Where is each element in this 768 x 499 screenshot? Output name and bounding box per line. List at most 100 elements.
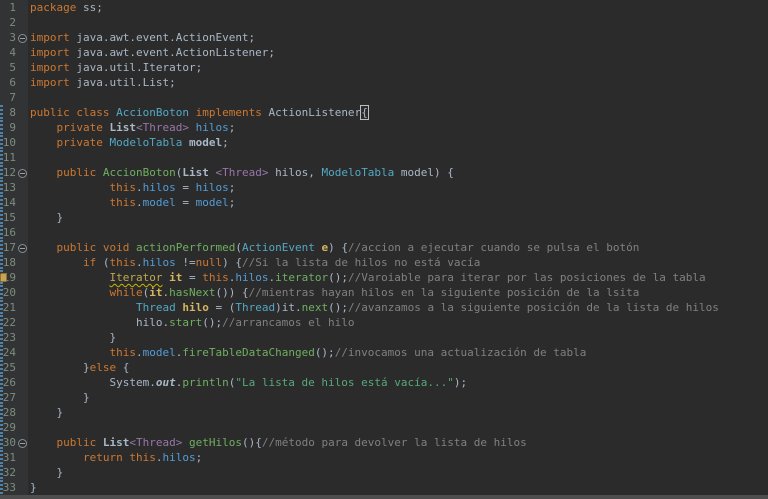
generic-type-token: <Thread> xyxy=(136,121,189,134)
gutter-cell[interactable]: 32 xyxy=(0,465,28,480)
code-text[interactable]: import java.util.Iterator; xyxy=(28,60,768,75)
gutter-cell[interactable]: 8 xyxy=(0,105,28,120)
gutter-cell[interactable]: 24 xyxy=(0,345,28,360)
keyword-token: null xyxy=(196,256,223,269)
code-text[interactable]: public void actionPerformed(ActionEvent … xyxy=(28,240,768,255)
keyword-token: else xyxy=(90,361,117,374)
code-text[interactable]: return this.hilos; xyxy=(28,450,768,465)
gutter-cell[interactable]: 27 xyxy=(0,390,28,405)
code-text[interactable]: } xyxy=(28,330,768,345)
keyword-token: package xyxy=(30,1,76,14)
text-token: ()) { xyxy=(215,286,248,299)
code-text[interactable]: this.hilos = hilos; xyxy=(28,180,768,195)
fold-collapse-icon[interactable] xyxy=(18,169,27,178)
gutter-cell[interactable]: 12 xyxy=(0,165,28,180)
fold-collapse-icon[interactable] xyxy=(18,244,27,253)
line-number[interactable]: 6 xyxy=(0,75,16,90)
field-token: hilos xyxy=(235,271,268,284)
line-number[interactable]: 7 xyxy=(0,90,16,105)
method-token: start xyxy=(169,316,202,329)
gutter-cell[interactable]: 21 xyxy=(0,300,28,315)
code-text[interactable]: import java.util.List; xyxy=(28,75,768,90)
code-text[interactable]: } xyxy=(28,465,768,480)
gutter-cell[interactable]: 6 xyxy=(0,75,28,90)
gutter-cell[interactable]: 11 xyxy=(0,150,28,165)
code-line: 27 } xyxy=(0,390,768,405)
gutter-cell[interactable]: 10 xyxy=(0,135,28,150)
line-number[interactable]: 4 xyxy=(0,45,16,60)
change-bar xyxy=(0,390,3,405)
gutter-cell[interactable]: 31 xyxy=(0,450,28,465)
line-number[interactable]: 3 xyxy=(0,30,16,45)
method-token: iterator xyxy=(275,271,328,284)
code-line: 16 xyxy=(0,225,768,240)
code-text[interactable]: package ss; xyxy=(28,0,768,15)
code-text[interactable]: } xyxy=(28,405,768,420)
code-text[interactable]: private List<Thread> hilos; xyxy=(28,120,768,135)
gutter-cell[interactable]: 2 xyxy=(0,15,28,30)
code-text[interactable] xyxy=(28,420,768,435)
gutter-cell[interactable]: 33 xyxy=(0,480,28,495)
code-text[interactable]: private ModeloTabla model; xyxy=(28,135,768,150)
gutter-cell[interactable]: 29 xyxy=(0,420,28,435)
gutter-cell[interactable]: 25 xyxy=(0,360,28,375)
fold-collapse-icon[interactable] xyxy=(18,34,27,43)
gutter-cell[interactable]: 14 xyxy=(0,195,28,210)
code-text[interactable] xyxy=(28,15,768,30)
code-text[interactable]: if (this.hilos !=null) {//Si la lista de… xyxy=(28,255,768,270)
code-text[interactable]: Thread hilo = (Thread)it.next();//avanza… xyxy=(28,300,768,315)
code-text[interactable]: } xyxy=(28,390,768,405)
line-number[interactable]: 5 xyxy=(0,60,16,75)
keyword-token: return xyxy=(83,451,123,464)
line-number[interactable]: 2 xyxy=(0,15,16,30)
code-text[interactable]: public AccionBoton(List <Thread> hilos, … xyxy=(28,165,768,180)
keyword-token: while xyxy=(109,286,142,299)
warning-annotation-icon[interactable] xyxy=(0,273,7,282)
line-number[interactable]: 1 xyxy=(0,0,16,15)
gutter-cell[interactable]: 9 xyxy=(0,120,28,135)
text-token xyxy=(30,451,83,464)
gutter-cell[interactable]: 1 xyxy=(0,0,28,15)
keyword-token: void xyxy=(103,241,130,254)
code-text[interactable]: } xyxy=(28,210,768,225)
gutter-cell[interactable]: 4 xyxy=(0,45,28,60)
text-token: = xyxy=(182,271,202,284)
code-text[interactable]: public List<Thread> getHilos(){//método … xyxy=(28,435,768,450)
gutter-cell[interactable]: 17 xyxy=(0,240,28,255)
gutter-cell[interactable]: 28 xyxy=(0,405,28,420)
gutter-cell[interactable]: 7 xyxy=(0,90,28,105)
code-text[interactable]: while(it.hasNext()) {//mientras hayan hi… xyxy=(28,285,768,300)
code-text[interactable]: import java.awt.event.ActionListener; xyxy=(28,45,768,60)
code-text[interactable]: this.model = model; xyxy=(28,195,768,210)
gutter-cell[interactable]: 26 xyxy=(0,375,28,390)
gutter-cell[interactable]: 23 xyxy=(0,330,28,345)
gutter-cell[interactable]: 13 xyxy=(0,180,28,195)
code-text[interactable]: } xyxy=(28,480,768,495)
code-text[interactable]: hilo.start();//arrancamos el hilo xyxy=(28,315,768,330)
code-text[interactable]: public class AccionBoton implements Acti… xyxy=(28,105,768,120)
code-text[interactable] xyxy=(28,150,768,165)
code-text[interactable]: System.out.println("La lista de hilos es… xyxy=(28,375,768,390)
local-variable-token: it xyxy=(149,286,162,299)
gutter-cell[interactable]: 16 xyxy=(0,225,28,240)
field-token: model xyxy=(143,196,176,209)
code-text[interactable]: Iterator it = this.hilos.iterator();//Va… xyxy=(28,270,768,285)
code-line: 28 } xyxy=(0,405,768,420)
code-text[interactable]: }else { xyxy=(28,360,768,375)
change-bar xyxy=(0,240,3,255)
gutter-cell[interactable]: 20 xyxy=(0,285,28,300)
code-text[interactable] xyxy=(28,90,768,105)
gutter-cell[interactable]: 3 xyxy=(0,30,28,45)
gutter-cell[interactable]: 19 xyxy=(0,270,28,285)
gutter-cell[interactable]: 30 xyxy=(0,435,28,450)
keyword-token: class xyxy=(76,106,109,119)
gutter-cell[interactable]: 22 xyxy=(0,315,28,330)
text-token: java.util.Iterator; xyxy=(70,61,202,74)
code-text[interactable] xyxy=(28,225,768,240)
gutter-cell[interactable]: 5 xyxy=(0,60,28,75)
gutter-cell[interactable]: 18 xyxy=(0,255,28,270)
code-text[interactable]: import java.awt.event.ActionEvent; xyxy=(28,30,768,45)
gutter-cell[interactable]: 15 xyxy=(0,210,28,225)
fold-collapse-icon[interactable] xyxy=(18,439,27,448)
code-text[interactable]: this.model.fireTableDataChanged();//invo… xyxy=(28,345,768,360)
